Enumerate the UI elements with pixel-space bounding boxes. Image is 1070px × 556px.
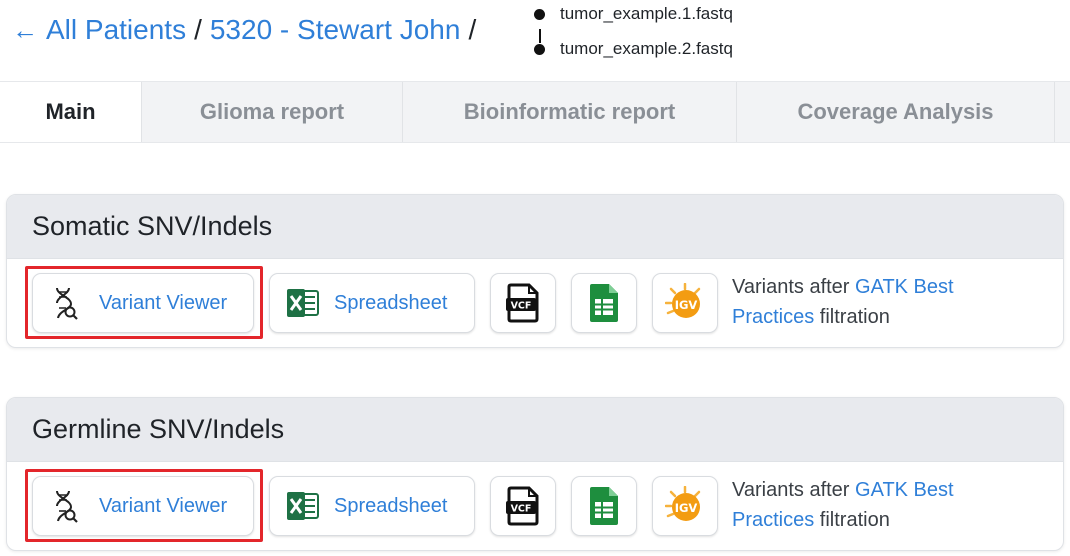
section-title: Somatic SNV/Indels bbox=[7, 195, 1063, 259]
patient-link[interactable]: 5320 - Stewart John bbox=[210, 14, 461, 46]
file-item: tumor_example.1.fastq bbox=[534, 4, 733, 24]
vcf-icon-text: VCF bbox=[511, 301, 532, 312]
tab-bar: Main Glioma report Bioinformatic report … bbox=[0, 81, 1070, 143]
dna-search-icon bbox=[56, 287, 78, 320]
igv-button[interactable]: IGV bbox=[652, 476, 718, 536]
vcf-download-button[interactable]: VCF bbox=[490, 273, 556, 333]
spreadsheet-button[interactable]: Spreadsheet bbox=[269, 273, 475, 333]
file-name: tumor_example.1.fastq bbox=[560, 4, 733, 23]
page-header: ← All Patients / 5320 - Stewart John / t… bbox=[0, 0, 1070, 82]
igv-icon-text: IGV bbox=[675, 501, 698, 515]
tab-coverage-analysis[interactable]: Coverage Analysis bbox=[736, 82, 1054, 142]
spreadsheet-file-icon bbox=[590, 487, 618, 525]
desc-text: filtration bbox=[814, 306, 890, 328]
vcf-download-button[interactable]: VCF bbox=[490, 476, 556, 536]
vcf-icon-text: VCF bbox=[511, 504, 532, 515]
vcf-file-icon: VCF bbox=[506, 283, 539, 323]
section-body: Variant Viewer Spreadsheet VCF IGV Varia… bbox=[7, 259, 1063, 347]
section-body: Variant Viewer Spreadsheet VCF IGV Varia… bbox=[7, 462, 1063, 550]
bullet-icon bbox=[534, 43, 545, 55]
desc-text: filtration bbox=[814, 509, 890, 531]
germline-section: Germline SNV/Indels Variant Viewer Sprea… bbox=[6, 397, 1064, 551]
breadcrumb-separator: / bbox=[468, 14, 477, 45]
igv-icon-text: IGV bbox=[675, 298, 698, 312]
tab-glioma-report[interactable]: Glioma report bbox=[141, 82, 402, 142]
all-patients-link[interactable]: All Patients bbox=[46, 14, 186, 46]
spreadsheet-label: Spreadsheet bbox=[334, 291, 448, 314]
igv-icon: IGV bbox=[665, 486, 701, 521]
section-description: Variants after GATK Best Practices filtr… bbox=[732, 475, 1012, 535]
file-list: tumor_example.1.fastq tumor_example.2.fa… bbox=[534, 2, 834, 68]
excel-icon bbox=[287, 492, 319, 520]
breadcrumb: ← All Patients / 5320 - Stewart John / bbox=[12, 14, 484, 46]
spreadsheet-file-icon bbox=[590, 284, 618, 322]
variant-viewer-label: Variant Viewer bbox=[99, 291, 228, 314]
tab-bioinformatic-report[interactable]: Bioinformatic report bbox=[402, 82, 736, 142]
variant-viewer-button[interactable]: Variant Viewer bbox=[32, 273, 254, 333]
bullet-icon bbox=[534, 8, 545, 20]
section-description: Variants after GATK Best Practices filtr… bbox=[732, 272, 1012, 332]
excel-icon bbox=[287, 289, 319, 317]
dna-search-icon bbox=[56, 490, 78, 523]
variant-viewer-button[interactable]: Variant Viewer bbox=[32, 476, 254, 536]
sheet-download-button[interactable] bbox=[571, 273, 637, 333]
file-item: tumor_example.2.fastq bbox=[534, 39, 733, 59]
igv-button[interactable]: IGV bbox=[652, 273, 718, 333]
somatic-section: Somatic SNV/Indels Variant Viewer Spread… bbox=[6, 194, 1064, 348]
desc-text: Variants after bbox=[732, 276, 856, 298]
variant-viewer-label: Variant Viewer bbox=[99, 494, 228, 517]
desc-text: Variants after bbox=[732, 479, 856, 501]
sheet-download-button[interactable] bbox=[571, 476, 637, 536]
spreadsheet-button[interactable]: Spreadsheet bbox=[269, 476, 475, 536]
breadcrumb-separator: / bbox=[194, 14, 202, 45]
arrow-left-icon[interactable]: ← bbox=[12, 15, 38, 46]
igv-icon: IGV bbox=[665, 283, 701, 318]
tab-overflow bbox=[1054, 82, 1070, 142]
spreadsheet-label: Spreadsheet bbox=[334, 494, 448, 517]
file-name: tumor_example.2.fastq bbox=[560, 39, 733, 58]
section-title: Germline SNV/Indels bbox=[7, 398, 1063, 462]
tab-main[interactable]: Main bbox=[0, 82, 141, 142]
vcf-file-icon: VCF bbox=[506, 486, 539, 526]
